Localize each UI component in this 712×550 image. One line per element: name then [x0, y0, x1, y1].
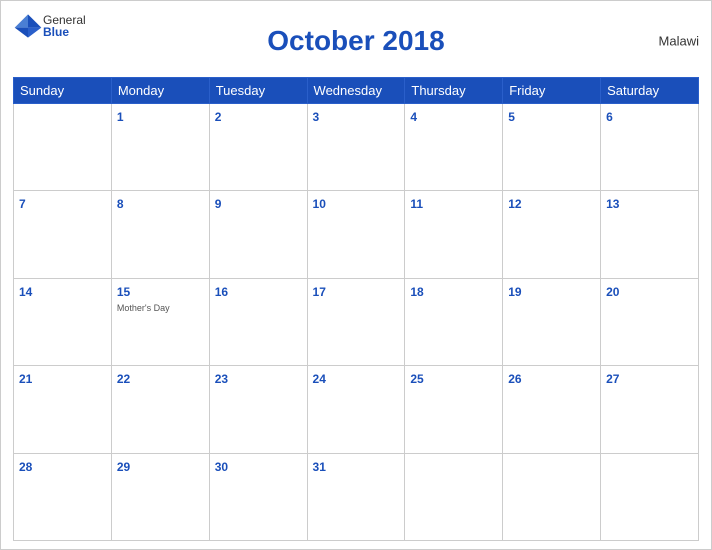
day-number: 21 — [19, 372, 32, 386]
day-number: 13 — [606, 197, 619, 211]
calendar-cell-1-5: 12 — [503, 191, 601, 278]
day-number: 29 — [117, 460, 130, 474]
day-number: 24 — [313, 372, 326, 386]
calendar-cell-2-1: 15 Mother's Day — [111, 278, 209, 365]
calendar-header: General Blue October 2018 Malawi — [13, 11, 699, 71]
calendar-cell-0-0 — [14, 104, 112, 191]
day-number: 25 — [410, 372, 423, 386]
calendar-cell-2-6: 20 — [601, 278, 699, 365]
calendar-cell-3-2: 23 — [209, 366, 307, 453]
calendar-cell-1-1: 8 — [111, 191, 209, 278]
calendar-cell-1-2: 9 — [209, 191, 307, 278]
calendar-cell-2-5: 19 — [503, 278, 601, 365]
calendar-cell-3-5: 26 — [503, 366, 601, 453]
header-friday: Friday — [503, 78, 601, 104]
generalblue-logo-icon — [13, 11, 43, 41]
country-label: Malawi — [659, 34, 699, 49]
calendar-cell-1-4: 11 — [405, 191, 503, 278]
day-number: 16 — [215, 285, 228, 299]
logo: General Blue — [13, 11, 86, 41]
day-number: 12 — [508, 197, 521, 211]
day-number: 27 — [606, 372, 619, 386]
calendar-cell-3-0: 21 — [14, 366, 112, 453]
calendar-container: General Blue October 2018 Malawi Sunday … — [0, 0, 712, 550]
day-number: 2 — [215, 110, 222, 124]
day-number: 8 — [117, 197, 124, 211]
calendar-cell-4-0: 28 — [14, 453, 112, 540]
calendar-cell-2-0: 14 — [14, 278, 112, 365]
day-number: 5 — [508, 110, 515, 124]
day-number: 23 — [215, 372, 228, 386]
header-thursday: Thursday — [405, 78, 503, 104]
calendar-cell-4-3: 31 — [307, 453, 405, 540]
week-row-2: 7 8 9 10 11 12 13 — [14, 191, 699, 278]
calendar-cell-4-5 — [503, 453, 601, 540]
week-row-5: 28 29 30 31 — [14, 453, 699, 540]
calendar-cell-4-4 — [405, 453, 503, 540]
calendar-thead: Sunday Monday Tuesday Wednesday Thursday… — [14, 78, 699, 104]
calendar-cell-0-6: 6 — [601, 104, 699, 191]
day-number: 4 — [410, 110, 417, 124]
event-label: Mother's Day — [117, 303, 204, 314]
day-number: 9 — [215, 197, 222, 211]
calendar-cell-0-1: 1 — [111, 104, 209, 191]
calendar-cell-4-2: 30 — [209, 453, 307, 540]
calendar-cell-0-3: 3 — [307, 104, 405, 191]
day-number: 26 — [508, 372, 521, 386]
calendar-cell-2-4: 18 — [405, 278, 503, 365]
week-row-3: 14 15 Mother's Day 16 17 18 19 20 — [14, 278, 699, 365]
calendar-table: Sunday Monday Tuesday Wednesday Thursday… — [13, 77, 699, 541]
month-title: October 2018 — [267, 25, 444, 57]
week-row-4: 21 22 23 24 25 26 27 — [14, 366, 699, 453]
header-wednesday: Wednesday — [307, 78, 405, 104]
header-tuesday: Tuesday — [209, 78, 307, 104]
calendar-cell-2-2: 16 — [209, 278, 307, 365]
day-number: 31 — [313, 460, 326, 474]
calendar-cell-0-4: 4 — [405, 104, 503, 191]
week-row-1: 1 2 3 4 5 6 — [14, 104, 699, 191]
day-number: 28 — [19, 460, 32, 474]
day-number: 3 — [313, 110, 320, 124]
header-saturday: Saturday — [601, 78, 699, 104]
calendar-cell-0-2: 2 — [209, 104, 307, 191]
day-number: 7 — [19, 197, 26, 211]
day-number: 17 — [313, 285, 326, 299]
calendar-cell-3-4: 25 — [405, 366, 503, 453]
day-number: 22 — [117, 372, 130, 386]
day-number: 11 — [410, 197, 423, 211]
day-number: 30 — [215, 460, 228, 474]
calendar-cell-4-1: 29 — [111, 453, 209, 540]
day-number: 19 — [508, 285, 521, 299]
calendar-body: 123456789101112131415Mother's Day1617181… — [14, 104, 699, 541]
calendar-cell-0-5: 5 — [503, 104, 601, 191]
day-number: 1 — [117, 110, 124, 124]
header-sunday: Sunday — [14, 78, 112, 104]
calendar-cell-1-3: 10 — [307, 191, 405, 278]
day-number: 14 — [19, 285, 32, 299]
calendar-cell-1-6: 13 — [601, 191, 699, 278]
weekday-header-row: Sunday Monday Tuesday Wednesday Thursday… — [14, 78, 699, 104]
calendar-cell-2-3: 17 — [307, 278, 405, 365]
calendar-cell-4-6 — [601, 453, 699, 540]
day-number: 10 — [313, 197, 326, 211]
day-number: 15 — [117, 285, 130, 299]
day-number: 6 — [606, 110, 613, 124]
day-number: 18 — [410, 285, 423, 299]
calendar-cell-1-0: 7 — [14, 191, 112, 278]
day-number: 20 — [606, 285, 619, 299]
header-monday: Monday — [111, 78, 209, 104]
calendar-cell-3-3: 24 — [307, 366, 405, 453]
logo-text-wrapper: General Blue — [43, 14, 86, 38]
logo-blue-text: Blue — [43, 26, 69, 38]
calendar-cell-3-6: 27 — [601, 366, 699, 453]
calendar-cell-3-1: 22 — [111, 366, 209, 453]
